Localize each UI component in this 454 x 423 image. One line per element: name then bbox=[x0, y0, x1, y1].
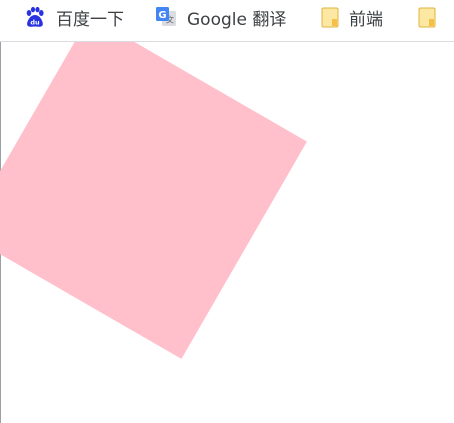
bookmark-label: Google 翻译 bbox=[187, 9, 287, 30]
bookmark-label: 前端 bbox=[349, 9, 383, 30]
bookmarks-bar: du 百度一下 文 G Google 翻译 前端 bbox=[0, 0, 454, 42]
svg-text:du: du bbox=[30, 18, 40, 26]
bookmark-label: 百度一下 bbox=[56, 9, 124, 30]
svg-text:G: G bbox=[158, 10, 166, 21]
baidu-paw-icon: du bbox=[24, 6, 46, 28]
bookmark-baidu[interactable]: du 百度一下 bbox=[24, 0, 124, 34]
page-content bbox=[0, 42, 454, 423]
folder-icon bbox=[321, 6, 339, 28]
bookmark-google-translate[interactable]: 文 G Google 翻译 bbox=[155, 0, 286, 34]
google-translate-icon: 文 G bbox=[155, 6, 177, 28]
bookmark-folder-partial[interactable] bbox=[418, 0, 446, 34]
rotated-pink-square bbox=[0, 42, 307, 360]
folder-icon bbox=[418, 6, 436, 28]
bookmark-folder-frontend[interactable]: 前端 bbox=[321, 0, 383, 34]
